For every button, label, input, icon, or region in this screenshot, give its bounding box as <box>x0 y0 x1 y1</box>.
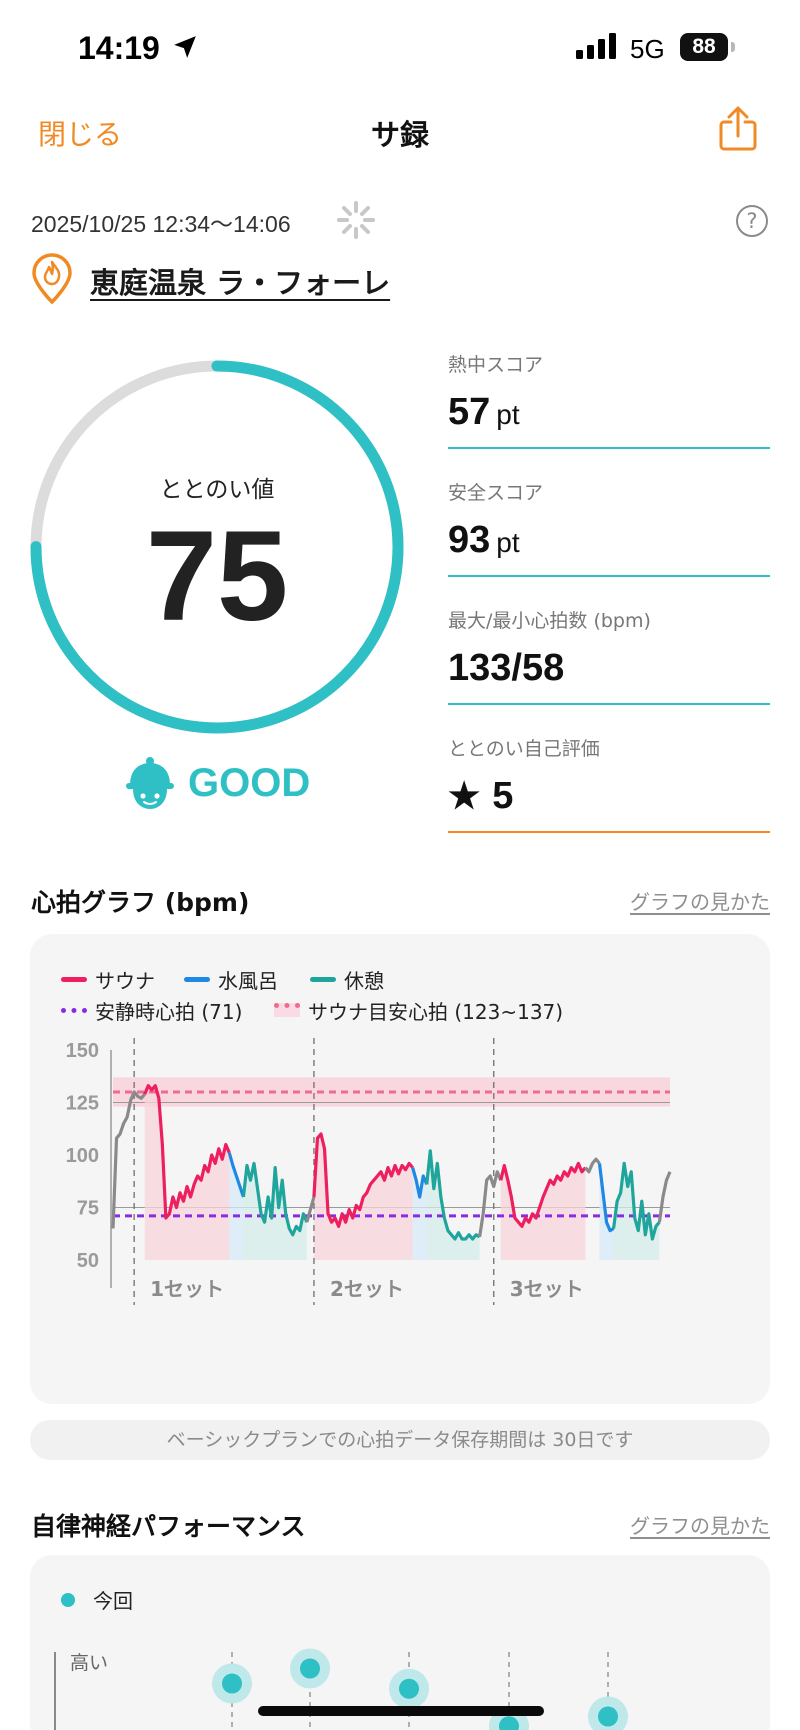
retention-notice: ベーシックプランでの心拍データ保存期間は 30日です <box>30 1420 770 1460</box>
series-area-rest <box>613 1163 660 1260</box>
y-tick-label: 125 <box>66 1093 99 1115</box>
heat-score: 熱中スコア 57 pt <box>448 350 770 449</box>
network-type: 5G <box>630 34 665 64</box>
series-line-other <box>584 1157 601 1174</box>
session-datetime: 2025/10/25 12:34〜14:06 <box>31 211 291 237</box>
stat-value: 133/58 <box>448 647 565 689</box>
loading-spinner-icon <box>337 201 375 239</box>
ans-performance-title: 自律神経パフォーマンス <box>31 1512 306 1541</box>
set-label: 2セット <box>330 1277 404 1301</box>
y-tick-label: 100 <box>66 1145 99 1167</box>
y-tick-label: 50 <box>77 1250 99 1272</box>
legend-resting-hr: 安静時心拍 (71) <box>61 996 242 1025</box>
y-tick-label: 75 <box>77 1198 99 1220</box>
graph-guide-link[interactable]: グラフの見かた <box>630 886 770 915</box>
stat-label: 安全スコア <box>448 482 544 504</box>
star-icon: ★ <box>448 775 481 816</box>
facility-name-link[interactable]: 恵庭温泉 ラ・フォーレ <box>90 260 390 302</box>
legend-sauna: サウナ <box>61 965 155 994</box>
stat-divider <box>448 831 770 833</box>
ans-point <box>399 1678 419 1699</box>
series-area-rest <box>426 1150 480 1260</box>
heart-rate-chart: 150 125 100 75 50 1セット 2セット 3セット <box>66 1038 672 1305</box>
legend-cold-bath: 水風呂 <box>184 965 278 994</box>
stat-divider <box>448 703 770 705</box>
legend-target-hr: サウナ目安心拍 (123~137) <box>274 996 563 1025</box>
status-bar: 14:19 5G 88 <box>0 0 800 96</box>
battery-icon: 88 <box>680 33 728 61</box>
stat-label: 最大/最小心拍数 (bpm) <box>448 610 651 632</box>
signal-icon <box>576 33 616 59</box>
home-indicator <box>258 1706 544 1716</box>
battery-cap <box>731 42 735 52</box>
ans-point <box>300 1658 320 1679</box>
series-line-other <box>111 1090 146 1229</box>
page-title: サ録 <box>370 118 429 152</box>
stat-label: 熱中スコア <box>448 354 544 376</box>
rating-label: GOOD <box>188 761 311 805</box>
series-area-sauna <box>144 1085 230 1260</box>
safety-score: 安全スコア 93 pt <box>448 478 770 577</box>
set-label: 3セット <box>510 1277 584 1301</box>
ans-graph-guide-link[interactable]: グラフの見かた <box>630 1510 770 1539</box>
y-tick-label: 150 <box>66 1040 99 1062</box>
gauge-label: ととのい値 <box>159 477 275 503</box>
ans-chart <box>54 1648 628 1730</box>
max-min-heart-rate: 最大/最小心拍数 (bpm) 133/58 <box>448 606 770 705</box>
heart-graph-title: 心拍グラフ (bpm) <box>31 888 250 917</box>
ans-point <box>222 1673 242 1694</box>
series-line-other <box>478 1170 503 1238</box>
legend-this-time: 今回 <box>61 1585 133 1614</box>
sauna-flame-pin-icon <box>32 253 72 304</box>
status-time: 14:19 <box>78 30 160 66</box>
ans-point <box>598 1706 618 1727</box>
legend-rest: 休憩 <box>310 965 384 994</box>
series-area-cold_bath <box>229 1152 244 1260</box>
stat-label: ととのい自己評価 <box>448 738 600 760</box>
location-arrow-icon <box>174 36 196 58</box>
gauge-value: 75 <box>145 505 289 648</box>
stat-divider <box>448 447 770 449</box>
set-label: 1セット <box>150 1277 224 1301</box>
stat-value: 57 pt <box>448 391 520 433</box>
help-icon[interactable]: ? <box>736 205 768 237</box>
sauna-hat-face-icon <box>126 757 174 809</box>
share-icon[interactable] <box>718 106 758 152</box>
self-rating[interactable]: ととのい自己評価 ★ 5 <box>448 734 770 833</box>
series-line-other <box>305 1196 316 1223</box>
stat-value: 93 pt <box>448 519 520 561</box>
stat-value: ★ 5 <box>448 775 514 817</box>
stat-divider <box>448 575 770 577</box>
